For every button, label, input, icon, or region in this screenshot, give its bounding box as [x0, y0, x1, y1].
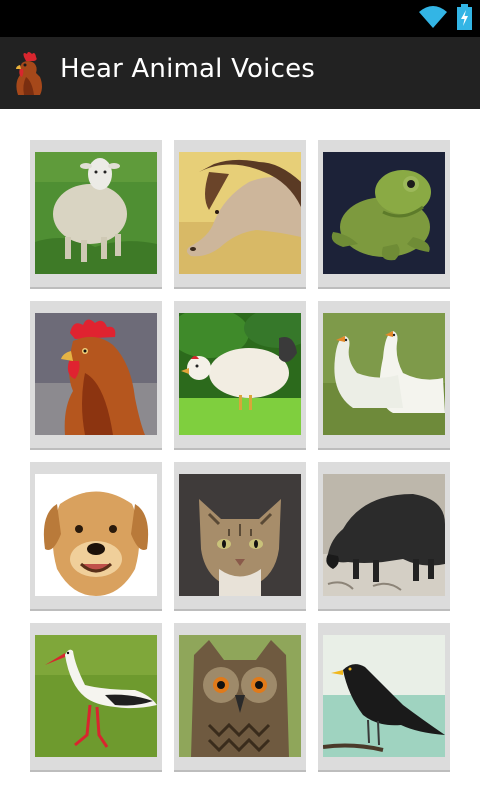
cat-image — [179, 474, 301, 596]
tile-owl[interactable] — [174, 623, 306, 772]
animal-grid — [0, 109, 480, 800]
horse-image — [179, 152, 301, 274]
tile-sheep[interactable] — [30, 140, 162, 289]
tile-stork[interactable] — [30, 623, 162, 772]
tile-blackbird[interactable] — [318, 623, 450, 772]
chicken-image — [179, 313, 301, 435]
action-bar: Hear Animal Voices — [0, 37, 480, 109]
stork-image — [35, 635, 157, 757]
frog-image — [323, 152, 445, 274]
blackbird-image — [323, 635, 445, 757]
tile-rooster[interactable] — [30, 301, 162, 450]
tile-frog[interactable] — [318, 140, 450, 289]
battery-charging-icon — [457, 4, 472, 30]
tile-boar[interactable] — [318, 462, 450, 611]
tile-cat[interactable] — [174, 462, 306, 611]
rooster-image — [35, 313, 157, 435]
geese-image — [323, 313, 445, 435]
sheep-image — [35, 152, 157, 274]
dog-image — [35, 474, 157, 596]
app-title: Hear Animal Voices — [60, 54, 316, 84]
owl-image — [179, 635, 301, 757]
wifi-icon — [419, 6, 447, 28]
boar-image — [323, 474, 445, 596]
status-bar — [0, 0, 480, 37]
rooster-icon[interactable] — [12, 51, 48, 95]
tile-chicken[interactable] — [174, 301, 306, 450]
tile-horse[interactable] — [174, 140, 306, 289]
tile-geese[interactable] — [318, 301, 450, 450]
tile-dog[interactable] — [30, 462, 162, 611]
